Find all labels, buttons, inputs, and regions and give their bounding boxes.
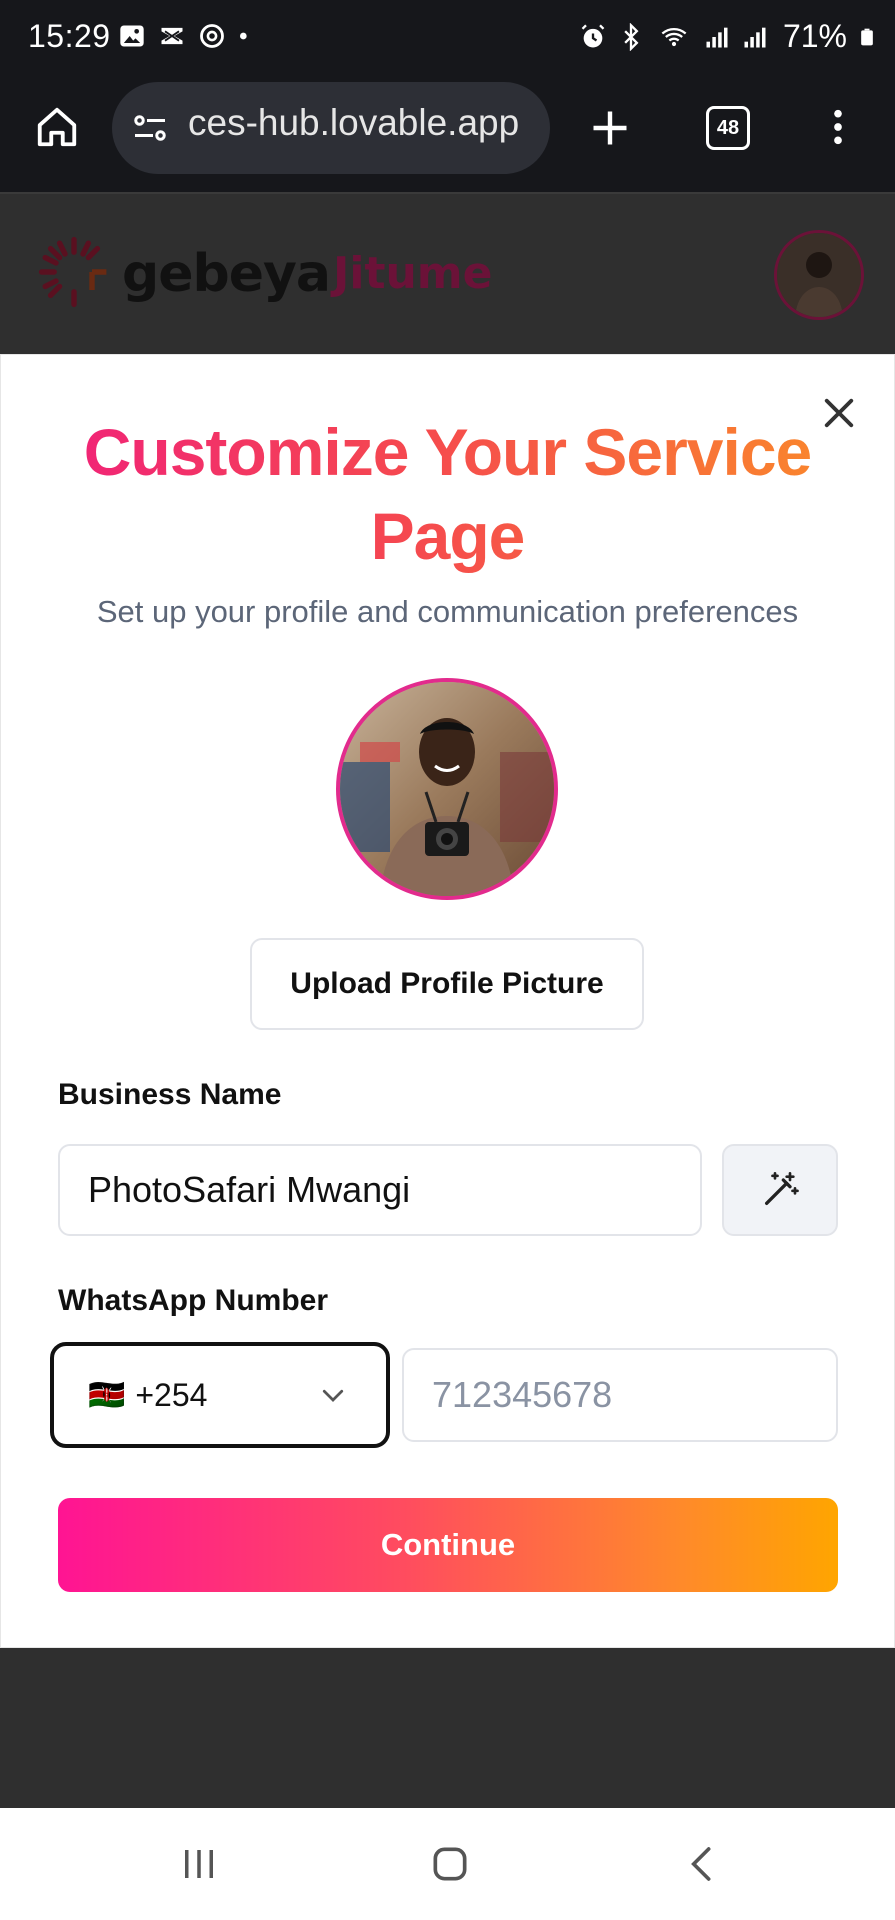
tab-switcher-button[interactable]: 48 — [706, 106, 750, 150]
home-nav-icon[interactable] — [428, 1840, 472, 1888]
url-text[interactable]: ces-hub.lovable.app — [188, 102, 533, 144]
site-settings-icon[interactable] — [130, 110, 170, 146]
back-nav-icon[interactable] — [682, 1842, 722, 1886]
battery-percent: 71% — [782, 18, 847, 54]
wifi-icon — [661, 27, 687, 46]
recent-apps-icon[interactable] — [178, 1842, 220, 1886]
business-name-label: Business Name — [58, 1078, 282, 1111]
continue-button[interactable]: Continue — [58, 1498, 838, 1592]
modal-subtitle: Set up your profile and communication pr… — [96, 594, 799, 629]
upload-profile-picture-button[interactable]: Upload Profile Picture — [250, 938, 644, 1030]
page-backdrop — [0, 1648, 895, 1808]
country-code-select[interactable]: 🇰🇪 +254 — [50, 1342, 390, 1448]
gebeya-logo-icon — [38, 236, 107, 308]
status-time: 15:29 — [28, 18, 111, 54]
magic-wand-icon — [765, 1172, 799, 1205]
capcut-icon — [161, 27, 183, 45]
more-menu-icon[interactable] — [818, 104, 858, 150]
generate-name-button[interactable] — [722, 1144, 838, 1236]
gallery-icon — [120, 25, 144, 47]
user-avatar[interactable] — [774, 230, 864, 320]
whatsapp-number-label: WhatsApp Number — [58, 1284, 328, 1317]
threads-icon — [200, 24, 224, 48]
status-icons-left — [118, 22, 254, 50]
alarm-icon — [581, 24, 605, 47]
profile-photo — [340, 682, 554, 896]
business-name-input[interactable]: PhotoSafari Mwangi — [58, 1144, 702, 1236]
signal-icon — [706, 27, 728, 47]
avatar-photo — [777, 233, 861, 317]
signal-icon — [744, 27, 766, 47]
home-icon[interactable] — [34, 104, 80, 150]
brand-name: gebeya — [122, 244, 331, 304]
product-name: Jitume — [333, 248, 493, 299]
profile-picture — [336, 678, 558, 900]
modal-title: Customize Your Service Page — [40, 410, 855, 578]
bluetooth-icon — [624, 22, 639, 51]
new-tab-icon[interactable] — [588, 106, 632, 150]
tab-count: 48 — [716, 116, 740, 139]
battery-icon — [861, 28, 873, 45]
phone-number-input[interactable]: 712345678 — [402, 1348, 838, 1442]
dot-icon — [240, 32, 247, 40]
country-code-value: +254 — [135, 1376, 208, 1413]
kenya-flag-icon: 🇰🇪 — [88, 1378, 126, 1412]
status-icons-right: 71% — [579, 18, 877, 55]
chevron-down-icon — [322, 1389, 344, 1402]
